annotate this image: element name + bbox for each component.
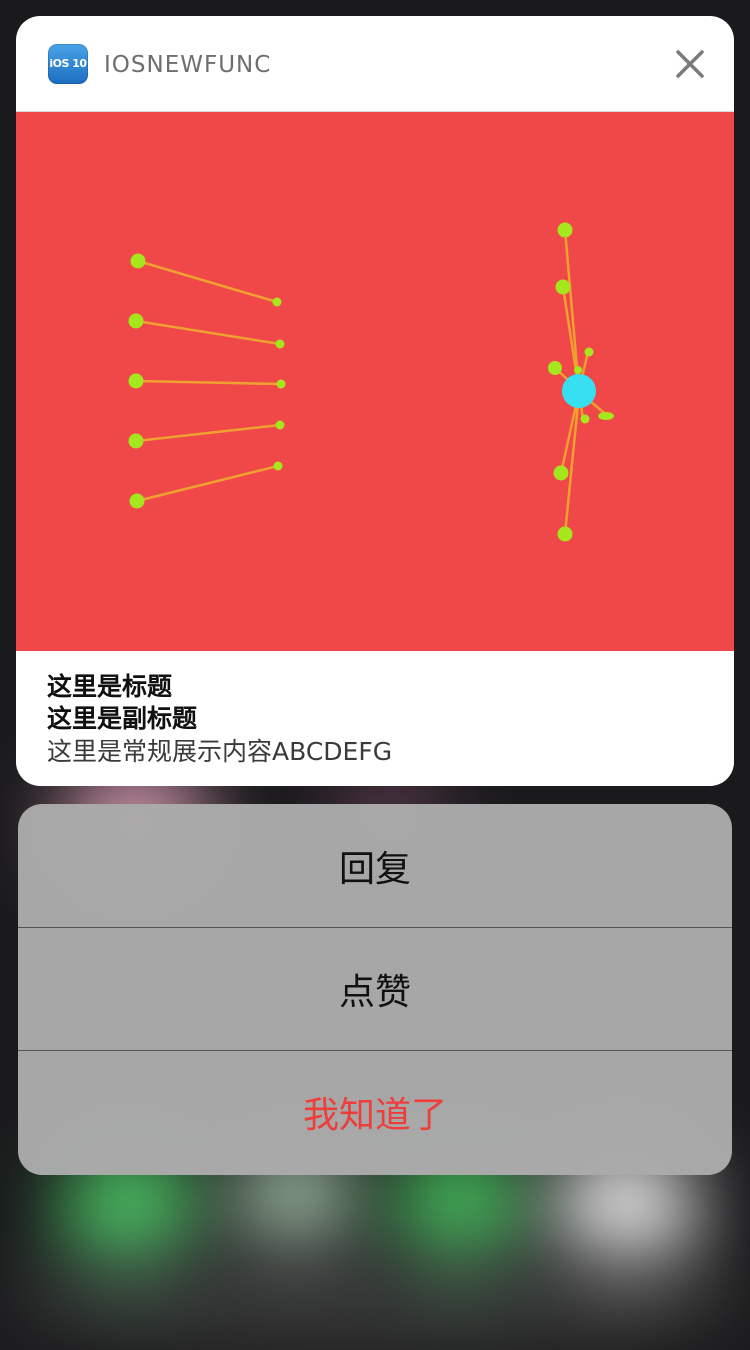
app-name: IOSNEWFUNC	[104, 52, 272, 78]
notification-card[interactable]: iOS 10 IOSNEWFUNC 这里是标题 这里是副标题 这里是常规展示内容…	[16, 16, 734, 786]
notification-actions: 回复 点赞 我知道了	[18, 804, 732, 1175]
reply-button[interactable]: 回复	[18, 804, 732, 927]
notification-media-image	[16, 112, 734, 651]
like-button[interactable]: 点赞	[18, 927, 732, 1050]
notification-header: iOS 10 IOSNEWFUNC	[16, 16, 734, 112]
notification-subtitle: 这里是副标题	[47, 704, 198, 733]
notification-body: 这里是常规展示内容ABCDEFG	[47, 737, 393, 766]
notification-title: 这里是标题	[47, 672, 173, 701]
dismiss-button[interactable]: 我知道了	[18, 1050, 732, 1173]
close-icon[interactable]	[672, 46, 708, 82]
app-icon: iOS 10	[48, 44, 88, 84]
notification-text: 这里是标题 这里是副标题 这里是常规展示内容ABCDEFG	[47, 671, 714, 769]
